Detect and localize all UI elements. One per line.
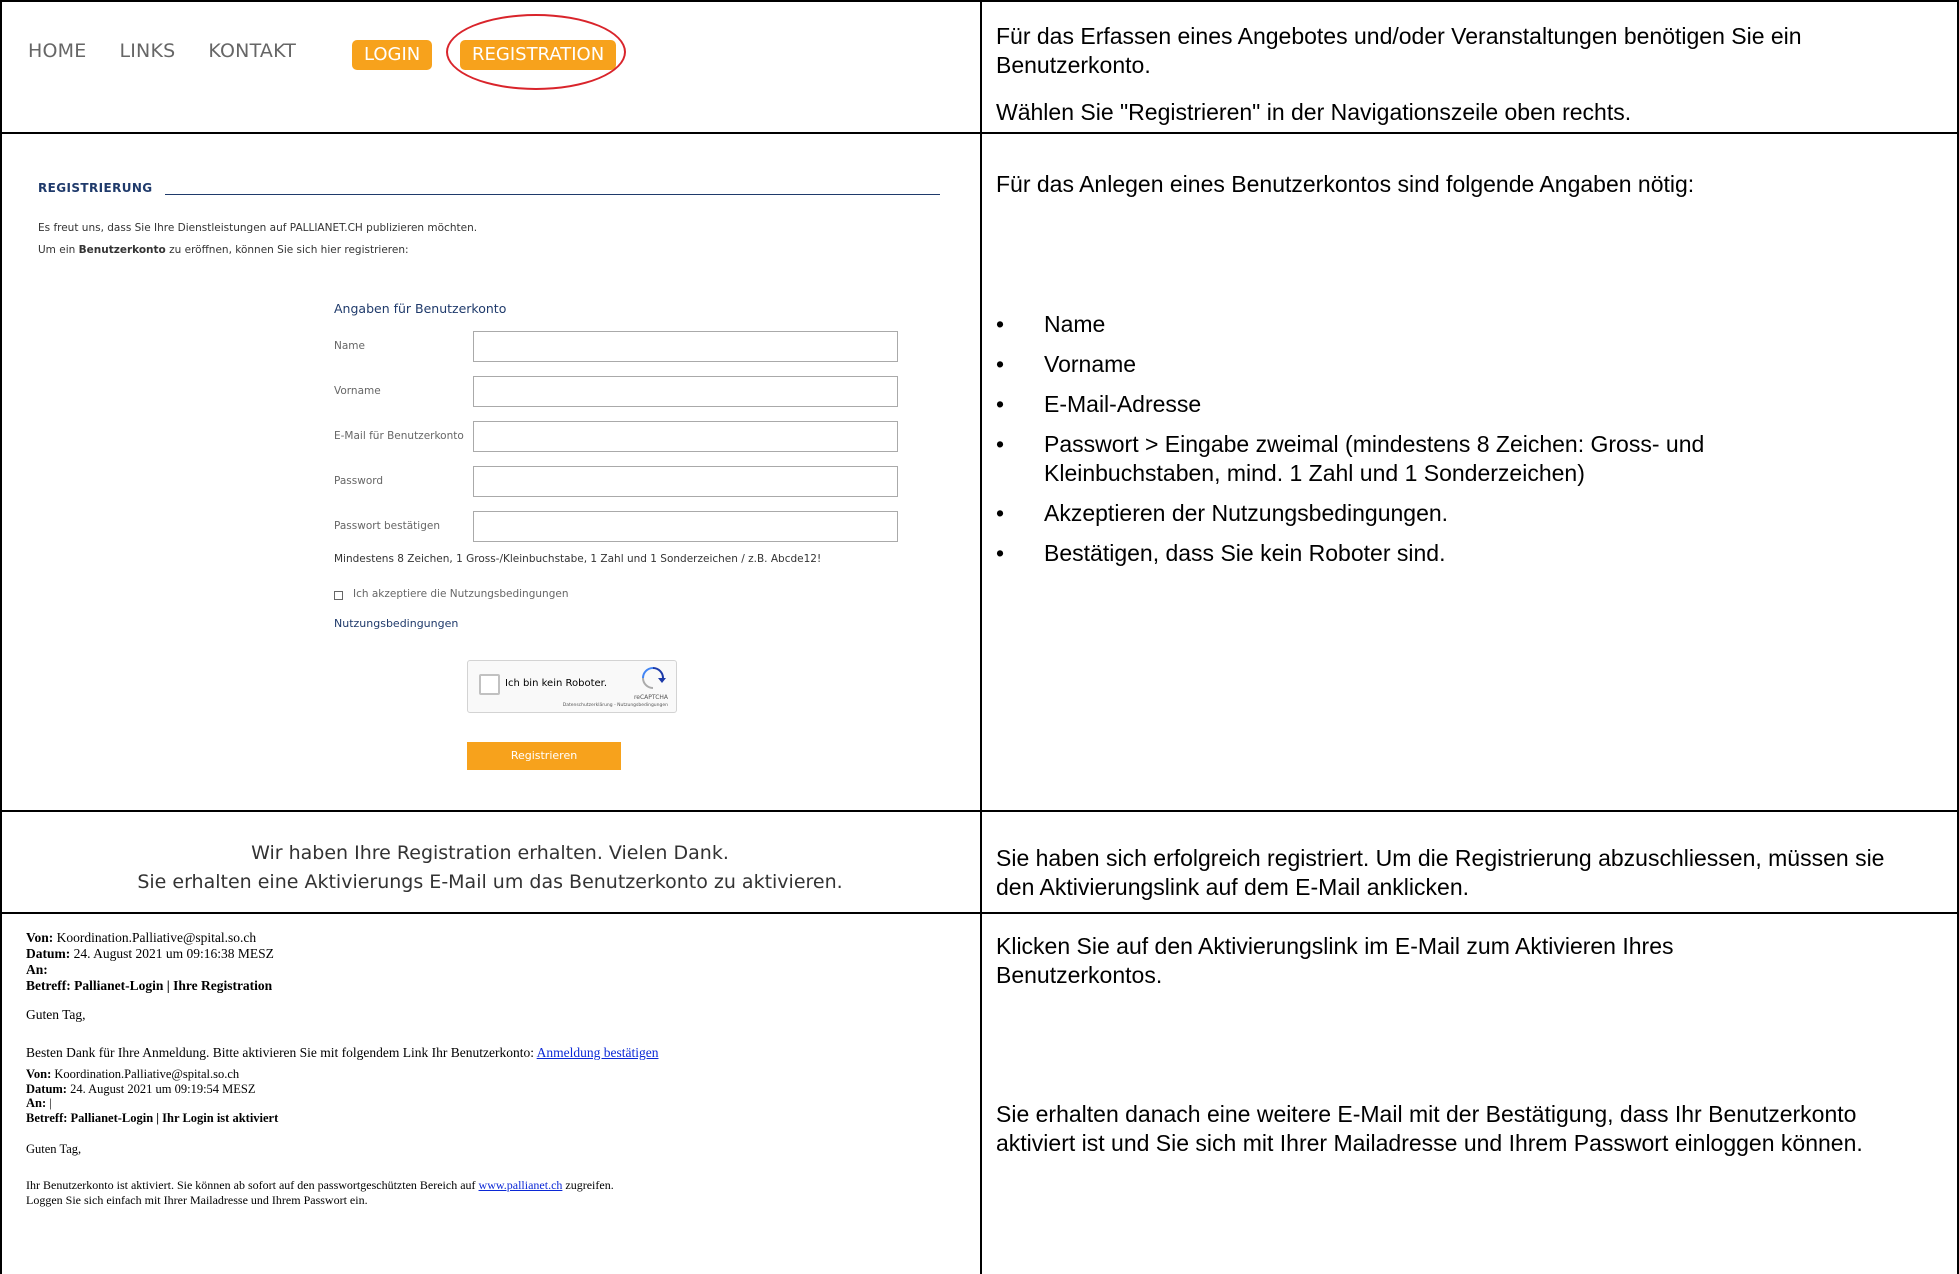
intro-text: Um ein Benutzerkonto zu eröffnen, können… xyxy=(38,244,409,256)
recaptcha-brand: reCAPTCHA xyxy=(633,694,668,701)
instruction-text: Wählen Sie "Registrieren" in der Navigat… xyxy=(996,99,1632,125)
email-date: Datum: 24. August 2021 um 09:16:38 MESZ xyxy=(26,946,274,962)
activation-link[interactable]: Anmeldung bestätigen xyxy=(537,1045,659,1060)
email-date-label: Datum: xyxy=(26,1081,67,1096)
main-nav: HOME LINKS KONTAKT xyxy=(28,40,329,62)
recaptcha-checkbox[interactable] xyxy=(479,674,500,695)
list-item: Name xyxy=(996,310,1896,339)
intro-text-part: Um ein xyxy=(38,244,79,256)
website-link[interactable]: www.pallianet.ch xyxy=(479,1178,563,1192)
email-body-line: Loggen Sie sich einfach mit Ihrer Mailad… xyxy=(26,1192,368,1207)
highlight-ellipse xyxy=(446,14,626,90)
email-body-text: Ihr Benutzerkonto ist aktiviert. Sie kön… xyxy=(26,1178,479,1192)
recaptcha-links[interactable]: Datenschutzerklärung - Nutzungsbedingung… xyxy=(563,703,668,708)
password-label: Password xyxy=(334,475,384,487)
email-body-text: zugreifen. xyxy=(562,1178,614,1192)
name-input[interactable] xyxy=(473,331,898,362)
required-fields-list: Name Vorname E-Mail-Adresse Passwort > E… xyxy=(996,310,1896,579)
email-body-line: Ihr Benutzerkonto ist aktiviert. Sie kön… xyxy=(26,1178,614,1193)
terms-link[interactable]: Nutzungsbedingungen xyxy=(334,617,458,630)
list-item: Vorname xyxy=(996,350,1896,379)
email-1-body: Besten Dank für Ihre Anmeldung. Bitte ak… xyxy=(26,1045,659,1061)
row4-instruction-1: Klicken Sie auf den Aktivierungslink im … xyxy=(996,933,1674,988)
email-from-label: Von: xyxy=(26,930,54,945)
email-from-value: Koordination.Palliative@spital.so.ch xyxy=(51,1067,240,1081)
email-date-value: 24. August 2021 um 09:19:54 MESZ xyxy=(66,1081,256,1096)
email-to-label: An: xyxy=(26,962,48,977)
vorname-label: Vorname xyxy=(334,385,381,397)
recaptcha-logo-icon xyxy=(642,667,666,689)
email-to-label: An: xyxy=(26,1096,47,1110)
email-subject-text: Betreff: Pallianet-Login | Ihr Login ist… xyxy=(26,1110,279,1125)
instruction-text: Für das Erfassen eines Angebotes und/ode… xyxy=(996,23,1802,78)
row3-instructions: Sie haben sich erfolgreich registriert. … xyxy=(996,845,1885,900)
intro-text-bold: Benutzerkonto xyxy=(78,244,166,256)
email-subject: Betreff: Pallianet-Login | Ihre Registra… xyxy=(26,978,274,994)
email-from-value: Koordination.Palliative@spital.so.ch xyxy=(53,930,257,945)
email-to: An: | xyxy=(26,1096,278,1111)
confirmation-line-1: Wir haben Ihre Registration erhalten. Vi… xyxy=(251,842,729,864)
login-button[interactable]: LOGIN xyxy=(352,40,433,70)
column-divider xyxy=(980,0,982,1274)
password-hint: Mindestens 8 Zeichen, 1 Gross-/Kleinbuch… xyxy=(334,553,822,565)
list-item: Akzeptieren der Nutzungsbedingungen. xyxy=(996,499,1896,528)
email-date-label: Datum: xyxy=(26,946,71,961)
list-item: E-Mail-Adresse xyxy=(996,390,1896,419)
name-label: Name xyxy=(334,340,365,352)
email-from: Von: Koordination.Palliative@spital.so.c… xyxy=(26,1067,278,1082)
nav-home[interactable]: HOME xyxy=(28,40,86,62)
email-2-header: Von: Koordination.Palliative@spital.so.c… xyxy=(26,1067,278,1125)
recaptcha-label: Ich bin kein Roboter. xyxy=(505,678,608,689)
email-body-text: Besten Dank für Ihre Anmeldung. Bitte ak… xyxy=(26,1045,537,1060)
confirm-password-label: Passwort bestätigen xyxy=(334,520,440,532)
email-from-label: Von: xyxy=(26,1067,52,1081)
email-to: An: xyxy=(26,962,274,978)
email-to-value: | xyxy=(46,1096,52,1110)
intro-text-part: zu eröffnen, können Sie sich hier regist… xyxy=(165,244,409,256)
email-date-value: 24. August 2021 um 09:16:38 MESZ xyxy=(70,946,274,961)
row1-instructions: Für das Erfassen eines Angebotes und/ode… xyxy=(996,22,1941,127)
email-1-header: Von: Koordination.Palliative@spital.so.c… xyxy=(26,930,274,994)
registration-title: REGISTRIERUNG xyxy=(38,181,153,195)
list-item: Bestätigen, dass Sie kein Roboter sind. xyxy=(996,539,1896,568)
register-submit-button[interactable]: Registrieren xyxy=(467,742,621,770)
intro-text: Es freut uns, dass Sie Ihre Dienstleistu… xyxy=(38,222,478,234)
email-label: E-Mail für Benutzerkonto xyxy=(334,430,464,442)
password-input[interactable] xyxy=(473,466,898,497)
accept-terms-checkbox[interactable] xyxy=(334,591,343,600)
nav-kontakt[interactable]: KONTAKT xyxy=(208,40,296,62)
vorname-input[interactable] xyxy=(473,376,898,407)
confirm-password-input[interactable] xyxy=(473,511,898,542)
email-subject-text: Betreff: Pallianet-Login | Ihre Registra… xyxy=(26,978,273,993)
required-fields-intro: Für das Anlegen eines Benutzerkontos sin… xyxy=(996,171,1695,197)
email-1-greeting: Guten Tag, xyxy=(26,1007,86,1022)
nav-links[interactable]: LINKS xyxy=(119,40,175,62)
confirmation-line-2: Sie erhalten eine Aktivierungs E-Mail um… xyxy=(137,871,843,893)
email-2-greeting: Guten Tag, xyxy=(26,1142,82,1156)
form-heading: Angaben für Benutzerkonto xyxy=(334,301,507,316)
email-from: Von: Koordination.Palliative@spital.so.c… xyxy=(26,930,274,946)
email-subject: Betreff: Pallianet-Login | Ihr Login ist… xyxy=(26,1111,278,1126)
email-input[interactable] xyxy=(473,421,898,452)
row4-instruction-2: Sie erhalten danach eine weitere E-Mail … xyxy=(996,1101,1863,1156)
email-2-body: Ihr Benutzerkonto ist aktiviert. Sie kön… xyxy=(26,1178,614,1207)
recaptcha-widget: Ich bin kein Roboter. reCAPTCHA Datensch… xyxy=(467,660,677,713)
title-underline xyxy=(165,194,940,195)
email-date: Datum: 24. August 2021 um 09:19:54 MESZ xyxy=(26,1082,278,1097)
list-item: Passwort > Eingabe zweimal (mindestens 8… xyxy=(996,430,1804,488)
table-border-left xyxy=(0,0,2,1274)
accept-terms-label: Ich akzeptiere die Nutzungsbedingungen xyxy=(353,588,569,600)
